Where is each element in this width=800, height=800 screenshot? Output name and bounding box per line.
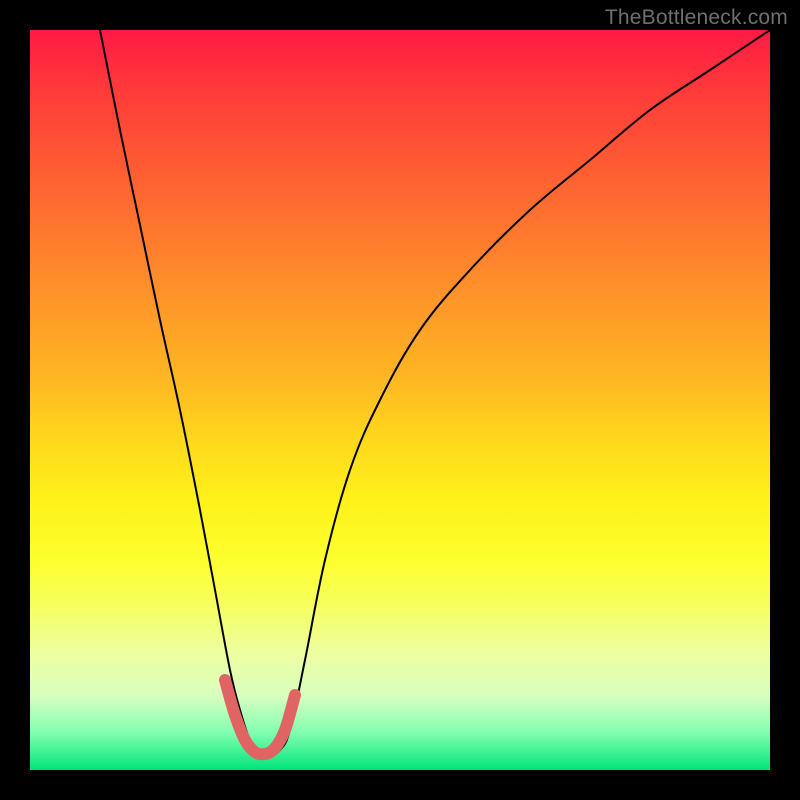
chart-frame: TheBottleneck.com — [0, 0, 800, 800]
plot-area — [30, 30, 770, 770]
watermark-text: TheBottleneck.com — [605, 6, 788, 30]
bottleneck-curve — [100, 30, 770, 755]
curve-layer — [30, 30, 770, 770]
